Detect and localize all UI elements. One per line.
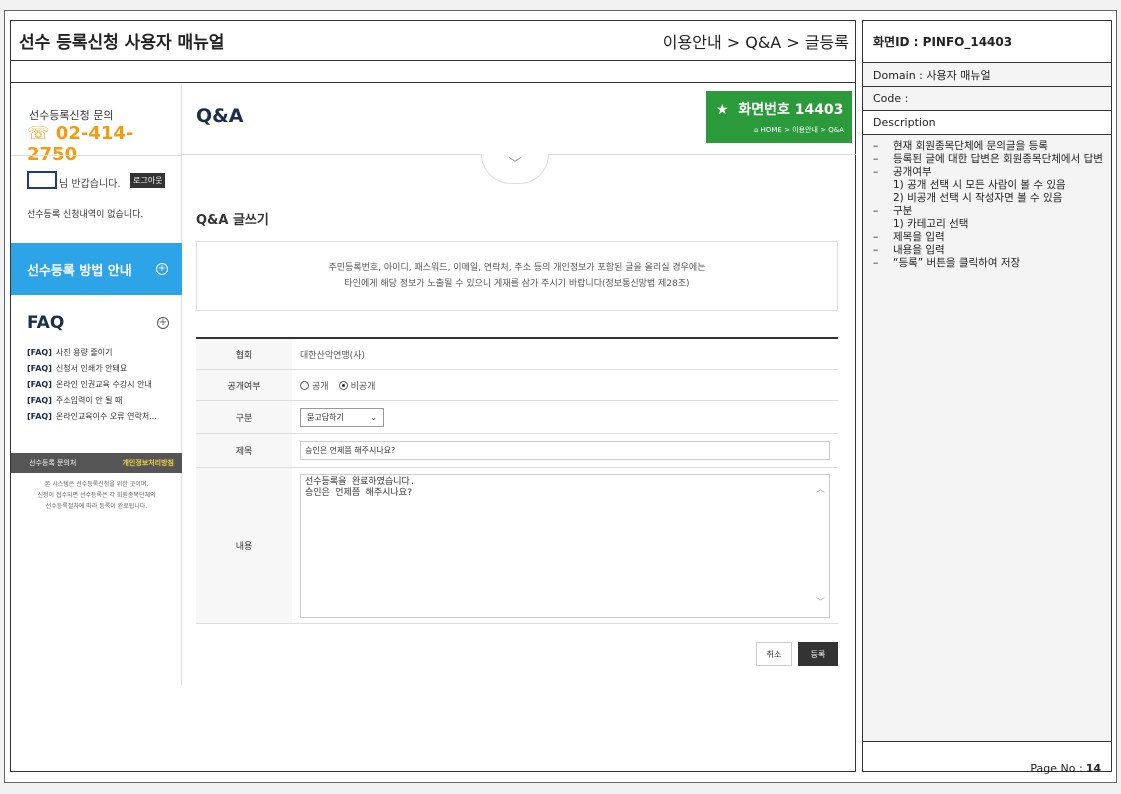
- category-label: 구분: [196, 401, 292, 433]
- manual-header: 선수 등록신청 사용자 매뉴얼 이용안내 > Q&A > 글등록: [11, 21, 855, 61]
- manual-breadcrumb: 이용안내 > Q&A > 글등록: [662, 32, 849, 52]
- description-item: 내용을 입력: [871, 244, 1103, 257]
- faq-item[interactable]: [FAQ] 신청서 인쇄가 안돼요: [27, 361, 157, 377]
- contact-label[interactable]: 선수등록 문의처: [29, 458, 76, 468]
- content-label: 내용: [196, 468, 292, 623]
- code-row: Code :: [863, 87, 1111, 111]
- radio-icon: [300, 380, 309, 390]
- private-radio[interactable]: 비공개: [338, 379, 375, 392]
- chevron-down-icon: ⌄: [370, 412, 377, 422]
- subject-label: 제목: [196, 434, 292, 467]
- content-textarea[interactable]: 선수등록을 완료하였습니다. 승인은 언제쯤 해주시나요? ︿ ﹀: [300, 473, 830, 618]
- inquiry-title: 선수등록신청 문의: [29, 109, 114, 122]
- faq-list: [FAQ] 사진 용량 줄이기 [FAQ] 신청서 인쇄가 안돼요 [FAQ] 온라인…: [27, 345, 157, 425]
- screen-panel: 선수 등록신청 사용자 매뉴얼 이용안내 > Q&A > 글등록 선수등록신청 …: [10, 20, 856, 772]
- row-category: 구분 묻고답하기 ⌄: [196, 401, 838, 434]
- radio-checked-icon: [338, 380, 348, 390]
- faq-item[interactable]: [FAQ] 주소입력이 안 될 때: [27, 393, 157, 409]
- no-application-text: 선수등록 신청내역이 없습니다.: [27, 210, 144, 220]
- screen-id: 화면ID : PINFO_14403: [863, 21, 1111, 63]
- screen-number-badge: ★ 화면번호 14403 ⌂ HOME > 이용안내 > Q&A: [706, 91, 852, 143]
- page-number: Page No :14: [863, 742, 1111, 794]
- page-title: Q&A: [196, 105, 244, 127]
- manual-title: 선수 등록신청 사용자 매뉴얼: [19, 33, 225, 53]
- badge-breadcrumb: HOME > 이용안내 > Q&A: [760, 126, 844, 134]
- guide-label: 선수등록 방법 안내: [27, 263, 132, 279]
- faq-item[interactable]: [FAQ] 온라인 인권교육 수강시 안내: [27, 377, 157, 393]
- association-label: 협회: [196, 339, 292, 369]
- star-icon: ★: [716, 102, 729, 118]
- association-value: 대한산악연맹(사): [300, 350, 365, 361]
- submit-button[interactable]: 등록: [798, 642, 838, 666]
- contact-bar: 선수등록 문의처 개인정보처리방침: [11, 453, 182, 473]
- description-item: 공개여부1) 공개 선택 시 모든 사람이 볼 수 있음2) 비공개 선택 시 …: [871, 166, 1103, 205]
- description-item: 제목을 입력: [871, 231, 1103, 244]
- manual-subbar: [11, 61, 855, 83]
- public-label: 공개여부: [196, 370, 292, 400]
- public-radio[interactable]: 공개: [300, 379, 329, 392]
- spec-panel: 화면ID : PINFO_14403 Domain : 사용자 매뉴얼 Code…: [862, 20, 1112, 775]
- faq-title: FAQ: [27, 313, 65, 333]
- write-title: Q&A 글쓰기: [196, 213, 269, 228]
- domain-row: Domain : 사용자 매뉴얼: [863, 63, 1111, 87]
- home-icon: ⌂: [753, 126, 759, 134]
- phone-icon: ☏: [27, 123, 50, 144]
- description-item: 구분1) 카테고리 선택: [871, 205, 1103, 231]
- description-item: 등록된 글에 대한 답변은 회원종목단체에서 답변: [871, 153, 1103, 166]
- privacy-notice: 주민등록번호, 아이디, 패스워드, 이메일, 연락처, 주소 등의 개인정보가…: [196, 241, 838, 311]
- logout-button[interactable]: 로그아웃: [130, 173, 166, 188]
- notice-line: 주민등록번호, 아이디, 패스워드, 이메일, 연락처, 주소 등의 개인정보가…: [328, 263, 706, 273]
- inquiry-phone: ☏ 02-414-2750: [27, 123, 181, 165]
- screen-number: 화면번호 14403: [738, 102, 844, 118]
- category-select[interactable]: 묻고답하기 ⌄: [300, 407, 384, 427]
- page-value: 14: [1085, 761, 1101, 775]
- system-note: 본 시스템은 선수등록신청을 위한 곳이며, 신청이 접수되면 선수등록은 각 …: [37, 481, 156, 510]
- qa-write-form: 협회 대한산악연맹(사) 공개여부 공개 비공개 구분 묻고답하기 ⌄ 제목 승…: [196, 337, 838, 624]
- form-buttons: 취소 등록: [756, 642, 838, 666]
- faq-item[interactable]: [FAQ] 온라인교육이수 오류 연락처...: [27, 409, 157, 425]
- description-item: 현재 회원종목단체에 문의글을 등록: [871, 140, 1103, 153]
- scroll-up-icon[interactable]: ︿: [816, 485, 825, 496]
- greeting-text: 님 반갑습니다.: [59, 179, 121, 190]
- description-box: 현재 회원종목단체에 문의글을 등록 등록된 글에 대한 답변은 회원종목단체에…: [863, 135, 1111, 742]
- page-label: Page No :: [1030, 761, 1083, 775]
- chevron-down-icon[interactable]: ﹀: [481, 154, 549, 184]
- scroll-down-icon[interactable]: ﹀: [816, 598, 825, 609]
- row-public: 공개여부 공개 비공개: [196, 370, 838, 401]
- user-name-box: [27, 171, 57, 189]
- cancel-button[interactable]: 취소: [756, 642, 792, 666]
- row-content: 내용 선수등록을 완료하였습니다. 승인은 언제쯤 해주시나요? ︿ ﹀: [196, 468, 838, 624]
- notice-line: 타인에게 해당 정보가 노출될 수 있으니 게재를 삼가 주시기 바랍니다(정보…: [344, 279, 690, 289]
- category-value: 묻고답하기: [307, 412, 344, 422]
- registration-guide-button[interactable]: 선수등록 방법 안내 +: [11, 243, 182, 295]
- main-content: Q&A ★ 화면번호 14403 ⌂ HOME > 이용안내 > Q&A ﹀ Q…: [182, 85, 856, 685]
- faq-more-icon[interactable]: +: [157, 317, 169, 329]
- row-association: 협회 대한산악연맹(사): [196, 339, 838, 370]
- plus-circle-icon: +: [156, 263, 168, 275]
- subject-input[interactable]: 승인은 언제쯤 해주시나요?: [300, 441, 830, 460]
- site-screenshot: 선수등록신청 문의 ☏ 02-414-2750 님 반갑습니다. 로그아웃 선수…: [11, 85, 856, 685]
- row-subject: 제목 승인은 언제쯤 해주시나요?: [196, 434, 838, 468]
- left-sidebar: 선수등록신청 문의 ☏ 02-414-2750 님 반갑습니다. 로그아웃 선수…: [11, 85, 182, 685]
- description-label: Description: [863, 111, 1111, 135]
- faq-item[interactable]: [FAQ] 사진 용량 줄이기: [27, 345, 157, 361]
- description-item: “등록” 버튼을 클릭하여 저장: [871, 257, 1103, 270]
- privacy-link[interactable]: 개인정보처리방침: [122, 458, 174, 468]
- divider: [11, 155, 182, 156]
